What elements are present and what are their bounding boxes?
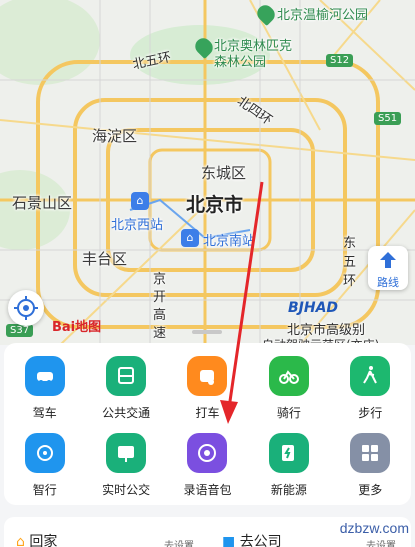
- realtime-bus-icon: [106, 433, 147, 473]
- road-label-east5-c: 环: [343, 274, 357, 289]
- map-view[interactable]: 北京温榆河公园 北京奥林匹克 森林公园 北五环 北四环 东 五 环 京 开 高 …: [0, 0, 415, 345]
- smart-travel-icon: [24, 433, 65, 473]
- quick-action-label: 公共交通: [102, 406, 151, 420]
- quick-action-realtime-bus[interactable]: 实时公交: [85, 433, 166, 498]
- quick-actions-grid: 驾车 公共交通 打车 骑行 步行智行 实时公交 录语音包 新能源 更多: [4, 356, 411, 498]
- road-label-jingkai-2: 开: [153, 290, 167, 305]
- baidu-map-logo: Bai地图: [52, 320, 102, 335]
- train-station-icon: ⌂: [181, 229, 199, 247]
- park-label-wenyu: 北京温榆河公园: [277, 8, 369, 23]
- ev-charging-icon: [268, 433, 309, 473]
- road-label-east5-a: 东: [343, 236, 357, 251]
- bus-icon: [106, 356, 147, 396]
- panel-drag-handle[interactable]: [192, 330, 222, 334]
- quick-action-ev-charging[interactable]: 新能源: [248, 433, 329, 498]
- road-shield-s12: S12: [326, 54, 354, 67]
- station-label-south: 北京南站: [203, 234, 256, 249]
- briefcase-icon: ■: [222, 534, 236, 547]
- quick-action-car[interactable]: 驾车: [4, 356, 85, 421]
- road-shield-s51: S51: [374, 112, 402, 125]
- quick-action-label: 打车: [195, 406, 220, 420]
- walk-icon: [350, 356, 391, 396]
- crosshair-icon: [14, 296, 38, 320]
- quick-action-taxi[interactable]: 打车: [167, 356, 248, 421]
- district-label-shijingshan: 石景山区: [12, 194, 73, 212]
- bike-icon: [268, 356, 309, 396]
- station-label-west: 北京西站: [111, 218, 164, 233]
- more-grid-icon: [350, 433, 391, 473]
- quick-action-label: 新能源: [270, 483, 307, 497]
- locate-button[interactable]: [8, 290, 44, 326]
- road-label-jingkai-1: 京: [153, 272, 167, 287]
- quick-action-label: 步行: [358, 406, 383, 420]
- city-label-beijing: 北京市: [186, 194, 244, 216]
- bjhad-logo: BJHAD: [288, 300, 339, 316]
- work-label: 去公司: [239, 534, 282, 547]
- route-button[interactable]: 路线: [368, 246, 408, 290]
- quick-action-walk[interactable]: 步行: [330, 356, 411, 421]
- home-shortcut[interactable]: ⌂ 回家: [16, 531, 57, 547]
- quick-action-label: 驾车: [32, 406, 57, 420]
- quick-action-more-grid[interactable]: 更多: [330, 433, 411, 498]
- quick-action-bike[interactable]: 骑行: [248, 356, 329, 421]
- home-icon: ⌂: [16, 534, 25, 547]
- road-label-east5-b: 五: [343, 255, 357, 270]
- home-label: 回家: [29, 534, 58, 547]
- taxi-icon: [187, 356, 228, 396]
- district-label-fengtai: 丰台区: [82, 250, 128, 268]
- quick-action-bus[interactable]: 公共交通: [85, 356, 166, 421]
- quick-action-label: 骑行: [276, 406, 301, 420]
- road-label-jingkai-3: 高: [153, 308, 167, 323]
- quick-action-label: 智行: [32, 483, 57, 497]
- district-label-haidian: 海淀区: [92, 127, 138, 145]
- car-icon: [24, 356, 65, 396]
- quick-action-voice-pack[interactable]: 录语音包: [167, 433, 248, 498]
- road-label-jingkai-4: 速: [153, 326, 167, 341]
- quick-action-label: 更多: [358, 483, 383, 497]
- quick-action-label: 实时公交: [102, 483, 151, 497]
- route-arrow-icon: [380, 252, 396, 268]
- district-label-dongcheng: 东城区: [201, 164, 247, 182]
- watermark: dzbzw.com: [339, 520, 409, 536]
- work-shortcut[interactable]: ■ 去公司: [222, 531, 282, 547]
- train-station-icon: ⌂: [131, 192, 149, 210]
- work-setup-link[interactable]: 去设置: [366, 537, 396, 547]
- home-setup-link[interactable]: 去设置: [164, 537, 194, 547]
- route-label: 路线: [377, 276, 399, 289]
- park-label-forest: 森林公园: [214, 55, 267, 70]
- voice-pack-icon: [187, 433, 228, 473]
- quick-action-label: 录语音包: [183, 483, 232, 497]
- quick-action-smart-travel[interactable]: 智行: [4, 433, 85, 498]
